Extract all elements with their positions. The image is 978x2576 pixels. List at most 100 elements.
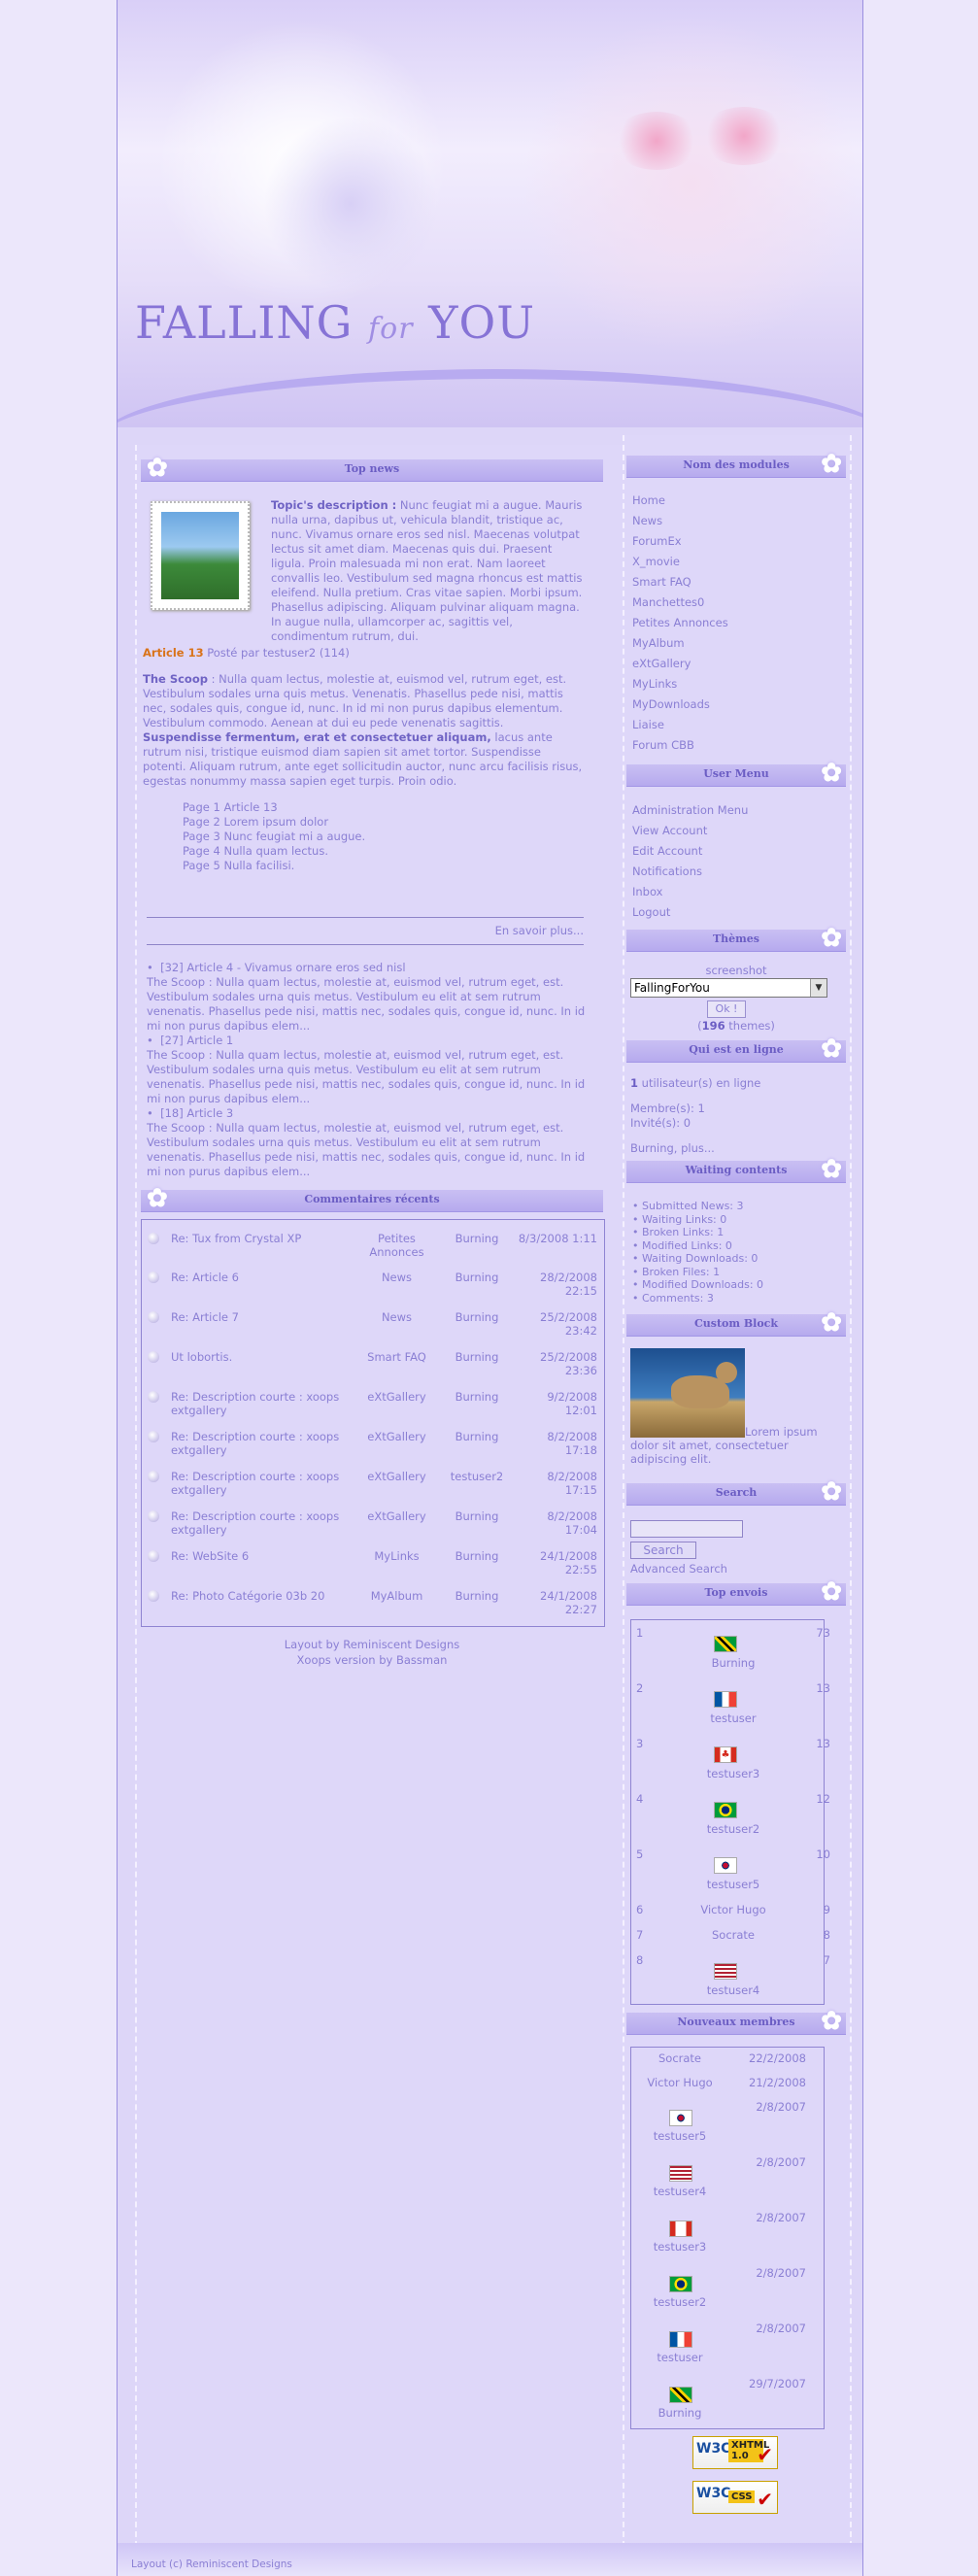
modules-header: Nom des modules ✿ [626, 450, 846, 479]
menu-item-extgallery[interactable]: eXtGallery [632, 654, 728, 674]
menu-item-inbox[interactable]: Inbox [632, 882, 748, 902]
user-link[interactable]: testuser5 [636, 1878, 830, 1891]
menu-item-forumcbb[interactable]: Forum CBB [632, 735, 728, 756]
read-more-link[interactable]: En savoir plus... [147, 924, 584, 937]
page-link[interactable]: Page 5 Nulla facilisi. [183, 859, 365, 873]
site-logo[interactable]: FALLING for YOU [135, 296, 535, 349]
user-link[interactable]: Burning [438, 1430, 516, 1443]
waiting-item[interactable]: • Waiting Links: 0 [632, 1213, 763, 1227]
user-link[interactable]: Burning [438, 1589, 516, 1603]
menu-item-mydownloads[interactable]: MyDownloads [632, 695, 728, 715]
user-link[interactable]: Burning [438, 1549, 516, 1563]
layout-credit[interactable]: Layout by Reminiscent Designs [141, 1637, 603, 1652]
comment-link[interactable]: Re: Article 7 [171, 1310, 351, 1324]
user-link[interactable]: Burning [438, 1390, 516, 1404]
theme-ok-button[interactable]: Ok ! [707, 1000, 746, 1018]
search-input[interactable] [630, 1520, 743, 1538]
xoops-credit[interactable]: Xoops version by Bassman [141, 1652, 603, 1668]
article-link[interactable]: [18] Article 3 [160, 1106, 233, 1120]
page-link[interactable]: Page 4 Nulla quam lectus. [183, 844, 365, 859]
page-link[interactable]: Page 1 Article 13 [183, 800, 365, 815]
user-link[interactable]: Burning [438, 1271, 516, 1284]
flag-icon [714, 1802, 737, 1818]
user-link[interactable]: testuser2 [438, 1470, 516, 1483]
menu-item-notifications[interactable]: Notifications [632, 862, 748, 882]
chevron-down-icon[interactable]: ▼ [810, 979, 826, 997]
waiting-item[interactable]: • Submitted News: 3 [632, 1200, 763, 1213]
article-link[interactable]: [32] Article 4 - Vivamus ornare eros sed… [160, 961, 405, 974]
user-link[interactable]: testuser4 [636, 1983, 830, 1997]
menu-item-xmovie[interactable]: X_movie [632, 552, 728, 572]
menu-item-mylinks[interactable]: MyLinks [632, 674, 728, 695]
module-link[interactable]: eXtGallery [355, 1390, 438, 1404]
menu-item-annonces[interactable]: Petites Annonces [632, 613, 728, 633]
article-link[interactable]: [27] Article 1 [160, 1034, 233, 1047]
comment-link[interactable]: Re: Article 6 [171, 1271, 351, 1284]
comment-link[interactable]: Re: Photo Catégorie 03b 20 [171, 1589, 351, 1603]
user-link[interactable]: Burning [636, 1656, 830, 1670]
user-link[interactable]: Socrate [631, 2051, 728, 2065]
comment-link[interactable]: Ut lobortis. [171, 1350, 351, 1364]
user-link[interactable]: Burning [438, 1350, 516, 1364]
waiting-item[interactable]: • Modified Downloads: 0 [632, 1278, 763, 1292]
user-link[interactable]: testuser2 [631, 2295, 728, 2309]
module-link[interactable]: MyAlbum [355, 1589, 438, 1603]
user-link[interactable]: testuser2 [636, 1822, 830, 1836]
menu-item-myalbum[interactable]: MyAlbum [632, 633, 728, 654]
user-link[interactable]: Burning [631, 2406, 728, 2420]
w3c-xhtml-badge[interactable]: W3C XHTML 1.0 ✔ [692, 2436, 778, 2469]
user-link[interactable]: Burning [438, 1509, 516, 1523]
comment-link[interactable]: Re: Description courte : xoops extgaller… [171, 1470, 351, 1497]
waiting-item[interactable]: • Waiting Downloads: 0 [632, 1252, 763, 1266]
user-link[interactable]: Victor Hugo [631, 2076, 728, 2089]
module-link[interactable]: News [355, 1310, 438, 1324]
waiting-item[interactable]: • Comments: 3 [632, 1292, 763, 1305]
list-item: 2/8/2007 testuser3 [631, 2211, 824, 2259]
user-link[interactable]: testuser5 [631, 2129, 728, 2143]
themes-label[interactable]: screenshot [626, 964, 846, 977]
comment-link[interactable]: Re: Description courte : xoops extgaller… [171, 1390, 351, 1417]
module-link[interactable]: Smart FAQ [355, 1350, 438, 1364]
user-link[interactable]: Burning [438, 1232, 516, 1245]
menu-item-admin[interactable]: Administration Menu [632, 800, 748, 821]
menu-item-edit-account[interactable]: Edit Account [632, 841, 748, 862]
menu-item-manchettes[interactable]: Manchettes0 [632, 593, 728, 613]
theme-select[interactable]: FallingForYou ▼ [630, 978, 827, 998]
user-link[interactable]: Victor Hugo [636, 1903, 830, 1916]
menu-item-view-account[interactable]: View Account [632, 821, 748, 841]
module-link[interactable]: MyLinks [355, 1549, 438, 1563]
advanced-search-link[interactable]: Advanced Search [630, 1562, 727, 1576]
waiting-item[interactable]: • Modified Links: 0 [632, 1239, 763, 1253]
comment-link[interactable]: Re: WebSite 6 [171, 1549, 351, 1563]
user-link[interactable]: Socrate [636, 1928, 830, 1942]
comment-link[interactable]: Re: Tux from Crystal XP [171, 1232, 351, 1245]
page-link[interactable]: Page 2 Lorem ipsum dolor [183, 815, 365, 830]
user-link[interactable]: testuser [636, 1712, 830, 1725]
article-title-link[interactable]: Article 13 [143, 646, 204, 660]
user-link[interactable]: testuser3 [636, 1767, 830, 1780]
w3c-css-badge[interactable]: W3C CSS ✔ [692, 2481, 778, 2514]
menu-item-forumex[interactable]: ForumEx [632, 531, 728, 552]
menu-item-news[interactable]: News [632, 511, 728, 531]
comment-link[interactable]: Re: Description courte : xoops extgaller… [171, 1509, 351, 1537]
user-link[interactable]: Burning [438, 1310, 516, 1324]
waiting-item[interactable]: • Broken Files: 1 [632, 1266, 763, 1279]
online-users-link[interactable]: Burning, plus... [630, 1141, 844, 1156]
user-link[interactable]: testuser [631, 2351, 728, 2364]
module-link[interactable]: eXtGallery [355, 1470, 438, 1483]
menu-item-home[interactable]: Home [632, 491, 728, 511]
module-link[interactable]: eXtGallery [355, 1430, 438, 1443]
user-link[interactable]: testuser4 [631, 2185, 728, 2198]
module-link[interactable]: Petites Annonces [355, 1232, 438, 1259]
menu-item-logout[interactable]: Logout [632, 902, 748, 923]
footer-credit[interactable]: Layout (c) Reminiscent Designs [131, 2559, 292, 2570]
user-link[interactable]: testuser3 [631, 2240, 728, 2254]
page-link[interactable]: Page 3 Nunc feugiat mi a augue. [183, 830, 365, 844]
menu-item-smartfaq[interactable]: Smart FAQ [632, 572, 728, 593]
menu-item-liaise[interactable]: Liaise [632, 715, 728, 735]
search-button[interactable]: Search [630, 1542, 696, 1559]
comment-link[interactable]: Re: Description courte : xoops extgaller… [171, 1430, 351, 1457]
module-link[interactable]: News [355, 1271, 438, 1284]
module-link[interactable]: eXtGallery [355, 1509, 438, 1523]
waiting-item[interactable]: • Broken Links: 1 [632, 1226, 763, 1239]
